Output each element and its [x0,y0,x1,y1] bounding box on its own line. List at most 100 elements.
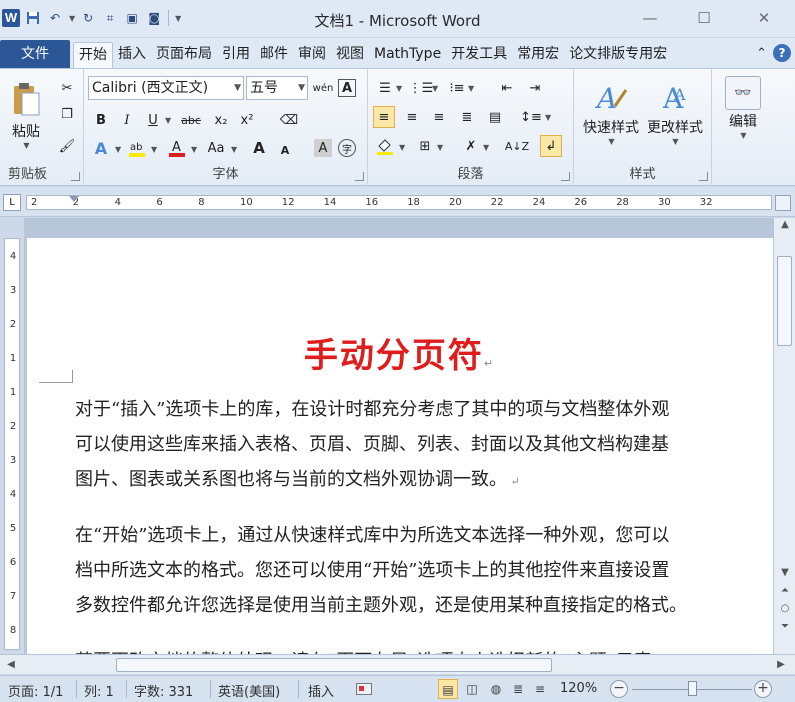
document-title[interactable]: 手动分页符↵ [27,328,772,377]
line-spacing-dropdown-icon[interactable]: ▼ [545,113,551,122]
minimize-ribbon-icon[interactable]: ⌃ [756,46,767,61]
tab-10[interactable]: 论文排版专用宏 [564,42,672,68]
view-ruler-toggle-icon[interactable] [775,195,791,211]
align-right-button[interactable]: ≡ [428,106,450,128]
format-painter-qat-icon[interactable]: ⌗ [101,9,119,27]
scroll-up-icon[interactable]: ▲ [778,218,792,232]
character-shading-button[interactable]: A [314,139,332,157]
macro-recording-icon[interactable] [356,680,372,695]
change-case-dropdown-icon[interactable]: ▼ [231,145,237,154]
tab-5[interactable]: 审阅 [293,42,331,68]
vertical-scroll-thumb[interactable] [777,256,792,346]
customize-qat-icon[interactable]: ▼ [175,14,181,23]
tab-3[interactable]: 引用 [217,42,255,68]
help-icon[interactable]: ? [773,44,791,62]
page-indicator[interactable]: 页面: 1/1 [8,681,63,700]
next-page-icon[interactable]: ⏷ [778,620,792,634]
zoom-slider-thumb[interactable] [688,681,697,696]
document-page[interactable]: 手动分页符↵ 对于“插入”选项卡上的库，在设计时都充分考虑了其中的项与文档整体外… [27,238,773,654]
paste-button[interactable]: 粘贴 ▼ [6,77,46,150]
align-center-button[interactable]: ≡ [401,106,423,128]
previous-page-icon[interactable]: ⏶ [778,584,792,598]
tab-selector-icon[interactable]: L [3,194,21,211]
outline-view-icon[interactable]: ≣ [508,679,528,699]
tab-9[interactable]: 常用宏 [512,42,564,68]
redo-icon[interactable]: ↻ [79,9,97,27]
text-effects-icon[interactable]: A [90,137,112,159]
language-indicator[interactable]: 英语(美国) [218,681,280,700]
save-icon[interactable] [24,9,42,27]
highlight-icon[interactable]: ab [126,137,148,159]
tab-0[interactable]: 开始 [73,42,113,69]
grow-font-button[interactable]: A [248,137,270,159]
tab-8[interactable]: 开发工具 [446,42,512,68]
underline-dropdown-icon[interactable]: ▼ [165,116,171,125]
zoom-in-icon[interactable]: + [754,680,772,698]
scroll-right-icon[interactable]: ▶ [774,658,788,672]
tab-file[interactable]: 文件 [0,40,70,68]
increase-indent-icon[interactable]: ⇥ [524,77,546,99]
italic-button[interactable]: I [116,109,138,131]
print-preview-icon[interactable]: ▣ [123,9,141,27]
word-count[interactable]: 字数: 331 [134,681,193,700]
font-dialog-launcher-icon[interactable] [355,172,364,181]
chinese-layout-icon[interactable]: ✗ [460,135,482,157]
align-left-button[interactable]: ≡ [373,106,395,128]
shading-dropdown-icon[interactable]: ▼ [399,143,405,152]
copy-icon[interactable]: ❐ [56,103,78,125]
cut-icon[interactable]: ✂ [56,77,78,99]
maximize-button[interactable]: ☐ [690,8,718,28]
edit-button[interactable]: 👓 编辑 ▼ [718,75,768,140]
horizontal-scroll-thumb[interactable] [116,658,552,672]
zoom-level[interactable]: 120% [560,681,597,696]
font-size-dropdown-icon[interactable]: ▼ [298,77,305,99]
bold-button[interactable]: B [90,109,112,131]
line-spacing-icon[interactable]: ↕≡ [520,106,542,128]
vertical-ruler[interactable]: 4 3 2 1 1 2 3 4 5 6 7 8 [4,238,20,650]
first-line-indent-marker[interactable] [69,196,79,202]
vertical-scrollbar[interactable]: ▲ ▼ ⏶ ○ ⏷ [773,218,795,654]
decrease-indent-icon[interactable]: ⇤ [496,77,518,99]
superscript-button[interactable]: x² [236,109,258,131]
tab-2[interactable]: 页面布局 [151,42,217,68]
enclose-characters-button[interactable]: 字 [338,139,356,157]
sort-icon[interactable]: A↓Z [505,135,529,157]
clear-formatting-icon[interactable]: ⌫ [278,109,300,131]
tab-4[interactable]: 邮件 [255,42,293,68]
paragraph-dialog-launcher-icon[interactable] [561,172,570,181]
chinese-layout-dropdown-icon[interactable]: ▼ [483,143,489,152]
font-color-dropdown-icon[interactable]: ▼ [191,145,197,154]
paragraph-2[interactable]: 在“开始”选项卡上，通过从快速样式库中为所选文本选择一种外观，您可以 档中所选文本… [75,518,773,623]
borders-dropdown-icon[interactable]: ▼ [437,143,443,152]
change-case-button[interactable]: Aa [202,137,230,159]
text-effects-dropdown-icon[interactable]: ▼ [115,145,121,154]
format-painter-icon[interactable]: 🖌 [56,135,78,157]
horizontal-scrollbar[interactable]: ◀ ▶ [0,654,795,674]
minimize-button[interactable]: — [636,8,664,28]
multilevel-list-icon[interactable]: ⁝≡ [446,77,468,99]
column-indicator[interactable]: 列: 1 [84,681,114,700]
undo-icon[interactable]: ↶ [46,9,64,27]
highlight-dropdown-icon[interactable]: ▼ [151,145,157,154]
numbering-dropdown-icon[interactable]: ▼ [432,84,438,93]
underline-button[interactable]: U [142,109,164,131]
tab-1[interactable]: 插入 [113,42,151,68]
undo-dropdown-icon[interactable]: ▼ [69,14,75,23]
multilevel-dropdown-icon[interactable]: ▼ [468,84,474,93]
shrink-font-button[interactable]: A [274,139,296,161]
subscript-button[interactable]: x₂ [210,109,232,131]
insert-mode-indicator[interactable]: 插入 [308,681,334,700]
quick-styles-button[interactable]: A 快速样式 ▼ [578,77,644,146]
justify-button[interactable]: ≣ [456,106,478,128]
bullets-dropdown-icon[interactable]: ▼ [396,84,402,93]
zoom-out-icon[interactable]: − [610,680,628,698]
paragraph-1[interactable]: 对于“插入”选项卡上的库，在设计时都充分考虑了其中的项与文档整体外观 可以使用这些… [75,392,773,499]
word-app-icon[interactable]: W [2,9,20,27]
shading-icon[interactable] [374,135,396,157]
select-browse-object-icon[interactable]: ○ [778,602,792,616]
distributed-button[interactable]: ▤ [484,106,506,128]
draft-view-icon[interactable]: ≡ [530,679,550,699]
tab-7[interactable]: MathType [369,42,446,68]
show-formatting-marks-button[interactable]: ↲ [540,135,562,157]
numbering-icon[interactable]: ⋮☰ [409,77,434,99]
